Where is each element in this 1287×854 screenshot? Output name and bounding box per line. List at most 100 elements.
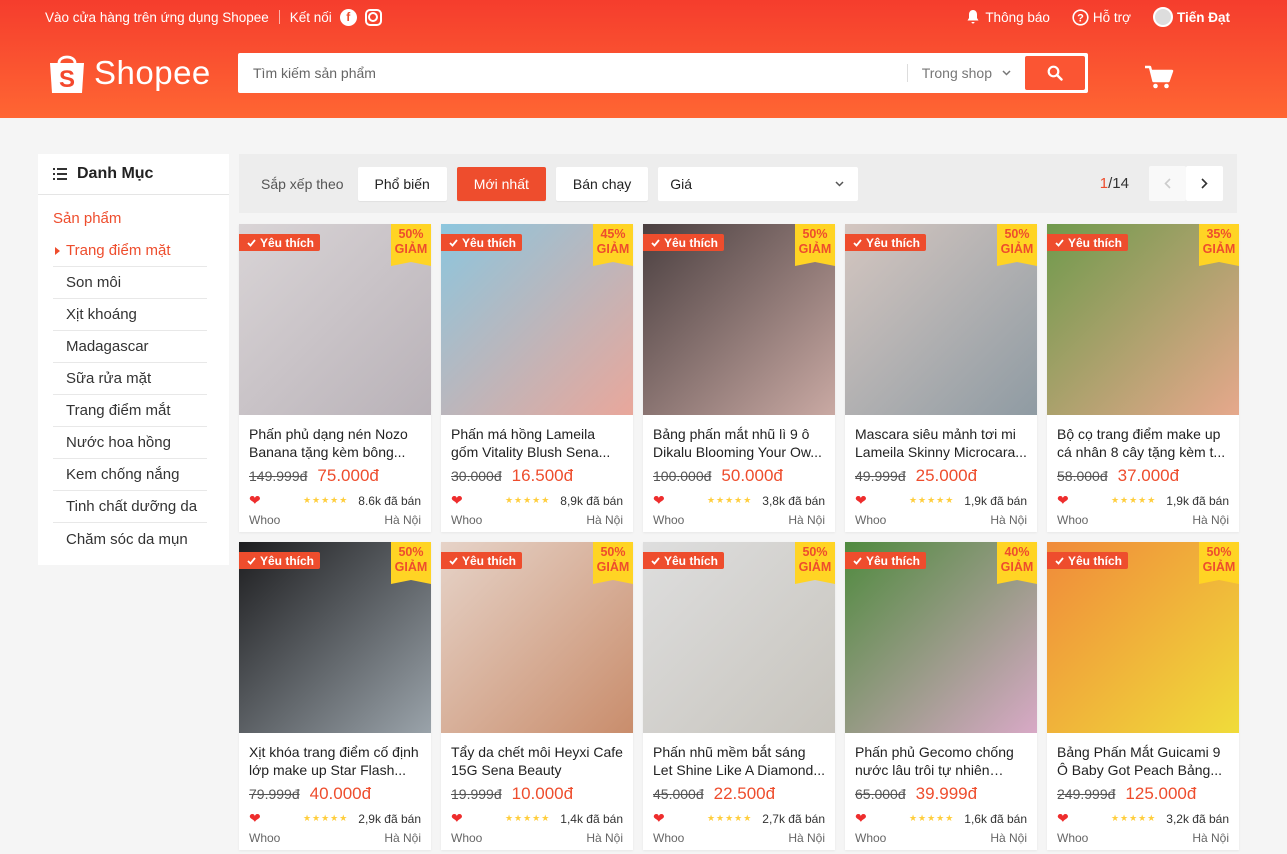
heart-icon[interactable]: ❤ (1057, 810, 1069, 827)
product-name[interactable]: Phấn phủ dạng nén Nozo Banana tặng kèm b… (249, 425, 421, 461)
notifications-link[interactable]: Thông báo (965, 9, 1050, 25)
discount-word: GIẢM (798, 242, 832, 256)
product-card[interactable]: Yêu thích 40% GIẢM Phấn phủ Gecomo chống… (845, 542, 1037, 850)
product-card[interactable]: Yêu thích 45% GIẢM Phấn má hồng Lameila … (441, 224, 633, 532)
product-card[interactable]: Yêu thích 35% GIẢM Bộ cọ trang điểm make… (1047, 224, 1239, 532)
sort-popular-button[interactable]: Phổ biến (357, 166, 447, 201)
product-image[interactable]: Yêu thích 50% GIẢM (239, 224, 431, 415)
discount-badge: 35% GIẢM (1199, 224, 1239, 266)
prev-page-button[interactable] (1149, 166, 1186, 201)
product-image[interactable]: Yêu thích 40% GIẢM (845, 542, 1037, 733)
user-menu[interactable]: Tiến Đạt (1152, 7, 1230, 27)
heart-icon[interactable]: ❤ (653, 810, 665, 827)
sidebar-item-mineral-spray[interactable]: Xịt khoáng (53, 299, 207, 331)
brand-name: Whoo (653, 513, 685, 527)
rating-stars-icon: ★★★★★ (706, 495, 753, 505)
product-name[interactable]: Tẩy da chết môi Heyxi Cafe 15G Sena Beau… (451, 743, 623, 779)
sort-newest-button[interactable]: Mới nhất (456, 166, 546, 201)
sidebar-item-serum[interactable]: Tinh chất dưỡng da (53, 491, 207, 523)
product-card[interactable]: Yêu thích 50% GIẢM Phấn nhũ mềm bắt sáng… (643, 542, 835, 850)
product-name[interactable]: Bộ cọ trang điểm make up cá nhân 8 cây t… (1057, 425, 1229, 461)
product-name[interactable]: Phấn phủ Gecomo chống nước lâu trôi tự n… (855, 743, 1027, 779)
heart-icon[interactable]: ❤ (855, 492, 867, 509)
heart-icon[interactable]: ❤ (1057, 492, 1069, 509)
heart-icon[interactable]: ❤ (653, 492, 665, 509)
check-icon (1055, 556, 1064, 565)
heart-icon[interactable]: ❤ (855, 810, 867, 827)
heart-icon[interactable]: ❤ (451, 810, 463, 827)
help-link[interactable]: ? Hỗ trợ (1072, 8, 1131, 26)
product-card[interactable]: Yêu thích 50% GIẢM Bảng phấn mắt nhũ lì … (643, 224, 835, 532)
shop-row: Whoo Hà Nội (1057, 831, 1229, 845)
product-card[interactable]: Yêu thích 50% GIẢM Mascara siêu mảnh tơi… (845, 224, 1037, 532)
product-name[interactable]: Phấn nhũ mềm bắt sáng Let Shine Like A D… (653, 743, 825, 779)
heart-icon[interactable]: ❤ (451, 492, 463, 509)
favorite-badge: Yêu thích (239, 552, 321, 569)
sidebar-item-toner[interactable]: Nước hoa hồng (53, 427, 207, 459)
cart-icon (1145, 65, 1174, 89)
store-app-link[interactable]: Vào cửa hàng trên ứng dụng Shopee (45, 10, 269, 25)
discount-percent: 40% (1004, 545, 1030, 559)
sidebar-item-face-makeup[interactable]: Trang điểm mặt (53, 235, 207, 267)
product-card[interactable]: Yêu thích 50% GIẢM Phấn phủ dạng nén Noz… (239, 224, 431, 532)
favorite-label: Yêu thích (664, 553, 719, 568)
product-name[interactable]: Mascara siêu mảnh tơi mi Lameila Skinny … (855, 425, 1027, 461)
sale-price: 10.000đ (511, 784, 574, 803)
discount-word: GIẢM (798, 560, 832, 574)
original-price: 249.999đ (1057, 786, 1116, 802)
sidebar-item-sunscreen[interactable]: Kem chống nắng (53, 459, 207, 491)
shopee-logo[interactable]: S Shopee (48, 51, 238, 95)
product-image[interactable]: Yêu thích 50% GIẢM (1047, 542, 1239, 733)
instagram-icon[interactable] (364, 8, 382, 26)
sold-count: 1,9k đã bán (1166, 493, 1229, 508)
product-image[interactable]: Yêu thích 35% GIẢM (1047, 224, 1239, 415)
discount-word: GIẢM (1000, 560, 1034, 574)
main-bar: S Shopee Trong shop (48, 48, 1287, 98)
product-name[interactable]: Bảng phấn mắt nhũ lì 9 ô Dikalu Blooming… (653, 425, 825, 461)
product-image[interactable]: Yêu thích 50% GIẢM (845, 224, 1037, 415)
check-icon (853, 238, 862, 247)
sidebar-item-acne-care[interactable]: Chăm sóc da mụn (53, 523, 207, 555)
product-card[interactable]: Yêu thích 50% GIẢM Xịt khóa trang điểm c… (239, 542, 431, 850)
price-row: 249.999đ 125.000đ (1057, 784, 1229, 804)
sidebar-item-cleanser[interactable]: Sữa rửa mặt (53, 363, 207, 395)
heart-icon[interactable]: ❤ (249, 810, 261, 827)
sidebar-item-lipstick[interactable]: Son môi (53, 267, 207, 299)
header: Vào cửa hàng trên ứng dụng Shopee Kết nố… (0, 0, 1287, 118)
next-page-button[interactable] (1186, 166, 1223, 201)
product-name[interactable]: Phấn má hồng Lameila gốm Vitality Blush … (451, 425, 623, 461)
product-image[interactable]: Yêu thích 45% GIẢM (441, 224, 633, 415)
product-image[interactable]: Yêu thích 50% GIẢM (441, 542, 633, 733)
sale-price: 125.000đ (1125, 784, 1197, 803)
help-label: Hỗ trợ (1092, 9, 1131, 25)
search-button[interactable] (1025, 56, 1085, 90)
sidebar-item-eye-makeup[interactable]: Trang điểm mắt (53, 395, 207, 427)
product-card[interactable]: Yêu thích 50% GIẢM Bảng Phấn Mắt Guicami… (1047, 542, 1239, 850)
brand-name: Whoo (855, 831, 887, 845)
search-input[interactable] (241, 65, 907, 81)
product-name[interactable]: Bảng Phấn Mắt Guicami 9 Ô Baby Got Peach… (1057, 743, 1229, 779)
search-scope-label: Trong shop (921, 65, 992, 81)
sort-bestseller-button[interactable]: Bán chạy (555, 166, 649, 201)
product-name[interactable]: Xịt khóa trang điểm cố định lớp make up … (249, 743, 421, 779)
meta-row: ❤ ★★★★★ 2,9k đã bán (249, 810, 421, 827)
search-scope-dropdown[interactable]: Trong shop (906, 64, 1025, 82)
product-image[interactable]: Yêu thích 50% GIẢM (643, 224, 835, 415)
sidebar-section-products[interactable]: Sản phẩm (38, 195, 229, 235)
shop-row: Whoo Hà Nội (451, 831, 623, 845)
heart-icon[interactable]: ❤ (249, 492, 261, 509)
product-card[interactable]: Yêu thích 50% GIẢM Tẩy da chết môi Heyxi… (441, 542, 633, 850)
price-sort-dropdown[interactable]: Giá (658, 166, 859, 201)
sold-count: 2,7k đã bán (762, 811, 825, 826)
search-icon (1047, 65, 1063, 81)
product-image[interactable]: Yêu thích 50% GIẢM (239, 542, 431, 733)
original-price: 45.000đ (653, 786, 704, 802)
favorite-label: Yêu thích (664, 235, 719, 250)
cart-button[interactable] (1144, 64, 1174, 93)
sidebar-item-madagascar[interactable]: Madagascar (53, 331, 207, 363)
logo-text: Shopee (94, 54, 211, 91)
location: Hà Nội (990, 513, 1027, 527)
discount-word: GIẢM (1202, 560, 1236, 574)
product-image[interactable]: Yêu thích 50% GIẢM (643, 542, 835, 733)
facebook-icon[interactable]: f (339, 8, 357, 26)
